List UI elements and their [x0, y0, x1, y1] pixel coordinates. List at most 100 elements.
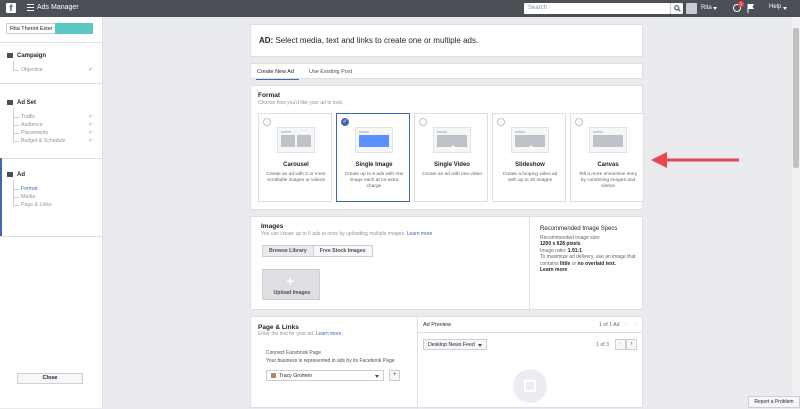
tab-create-new-ad[interactable]: Create New Ad	[257, 69, 294, 75]
tree-line	[13, 133, 19, 134]
user-name: Rita	[701, 5, 712, 11]
page-links-subtitle: Enter the text for your ad. Learn more.	[258, 331, 343, 337]
menu-icon[interactable]	[27, 4, 34, 12]
tree-line	[13, 117, 19, 118]
sidebar-item-format[interactable]: Format	[21, 186, 37, 192]
close-button[interactable]: Close	[17, 373, 83, 384]
notification-badge: 1	[738, 1, 744, 7]
sidebar-item-objective[interactable]: Objective	[21, 67, 43, 73]
sidebar-section-ad[interactable]: Ad	[7, 172, 25, 178]
check-icon[interactable]: ✓	[341, 118, 349, 126]
upload-label: Upload Images	[273, 290, 311, 296]
page-links-section: Page & Links Enter the text for your ad.…	[250, 316, 643, 409]
check-icon: ✓	[88, 114, 94, 120]
help-link[interactable]: Help	[769, 4, 781, 10]
add-page-button[interactable]: +	[389, 370, 400, 381]
sidebar-item-budget[interactable]: Budget & Schedule	[21, 138, 65, 144]
ad-icon	[7, 172, 13, 177]
ad-count: 1 of 1 Ad	[599, 322, 620, 328]
option-title: Slideshow	[515, 162, 545, 168]
page-title: AD: Select media, text and links to crea…	[259, 36, 479, 45]
tab-use-existing-post[interactable]: Use Existing Post	[309, 69, 352, 75]
arrow-annotation-icon	[651, 152, 739, 168]
chevron-right-icon[interactable]: ›	[635, 321, 637, 327]
image-specs: Recommended Image Specs Recommended imag…	[540, 226, 640, 274]
divider	[0, 42, 103, 43]
images-title: Images	[261, 223, 284, 230]
ad-header: AD: Select media, text and links to crea…	[250, 24, 643, 57]
specs-title: Recommended Image Specs	[540, 226, 618, 232]
format-section: Format Choose how you'd like your ad to …	[250, 85, 644, 210]
learn-more-link[interactable]: Learn more.	[316, 331, 343, 337]
chevron-down-icon	[375, 375, 379, 378]
sidebar-item-placements[interactable]: Placements	[21, 130, 48, 136]
chevron-left-icon[interactable]: ‹	[625, 321, 627, 327]
grid-icon	[7, 100, 13, 105]
browse-library-button[interactable]: Browse Library	[263, 246, 314, 256]
radio-button[interactable]	[497, 118, 505, 126]
radio-button[interactable]	[419, 118, 427, 126]
sidebar-item-traffic[interactable]: Traffic	[21, 114, 35, 120]
option-title: Single Video	[434, 162, 470, 168]
next-preview-button[interactable]: ›	[626, 339, 637, 350]
sidebar-item-page-links[interactable]: Page & Links	[21, 202, 52, 208]
divider	[418, 332, 643, 333]
sidebar: Rita Theriot Ester Campaign Objective ✓ …	[0, 17, 103, 408]
app-title[interactable]: Ads Manager	[37, 4, 79, 11]
previous-preview-button[interactable]: ‹	[615, 339, 626, 350]
sidebar-item-audience[interactable]: Audience	[21, 122, 43, 128]
canvas-thumbnail-icon	[589, 127, 627, 153]
option-description: Create a looping video ad with up to 10 …	[502, 172, 558, 183]
tree-line	[13, 125, 19, 126]
option-description: Create up to 6 ads with one image each a…	[344, 172, 404, 189]
search-placeholder: Search	[528, 5, 548, 11]
folder-icon	[7, 53, 13, 58]
page-avatar	[271, 373, 276, 378]
tab-underline	[256, 79, 299, 80]
option-description: Tell a more immersive story by combining…	[578, 172, 638, 189]
search-input[interactable]: Search	[524, 3, 683, 14]
chevron-down-icon	[783, 7, 787, 10]
check-icon: ✓	[88, 122, 94, 128]
preview-page-count: 1 of 3	[596, 342, 609, 348]
format-subtitle: Choose how you'd like your ad to look.	[258, 100, 344, 106]
sidebar-item-media[interactable]: Media	[21, 194, 35, 200]
tree-line	[13, 180, 14, 206]
radio-button[interactable]	[575, 118, 583, 126]
format-option-carousel[interactable]: Carousel Create an ad with 2 or more scr…	[258, 113, 332, 202]
active-indicator	[0, 158, 2, 236]
option-description: Create an ad with one video	[422, 172, 482, 177]
facebook-page-select[interactable]: Tracy Gromen	[266, 370, 384, 381]
chevron-down-icon	[478, 344, 482, 347]
format-option-single-image[interactable]: ✓ Single Image Create up to 6 ads with o…	[336, 113, 410, 202]
connect-page-label: Connect Facebook Page	[266, 350, 322, 356]
search-button[interactable]	[670, 3, 683, 14]
report-problem-button[interactable]: Report a Problem	[748, 396, 800, 408]
divider	[417, 317, 418, 409]
sidebar-section-adset[interactable]: Ad Set	[7, 100, 36, 106]
sidebar-section-campaign[interactable]: Campaign	[7, 53, 46, 59]
learn-more-link[interactable]: Learn more	[407, 231, 433, 237]
divider	[0, 83, 103, 84]
check-icon: ✓	[88, 138, 94, 144]
option-title: Canvas	[597, 162, 619, 168]
scrollbar-thumb[interactable]	[793, 28, 799, 168]
format-option-single-video[interactable]: Single Video Create an ad with one video	[414, 113, 488, 202]
top-bar: f Ads Manager Search Rita 1 Help	[0, 0, 800, 17]
account-highlight	[55, 23, 93, 34]
format-option-slideshow[interactable]: Slideshow Create a looping video ad with…	[492, 113, 566, 202]
carousel-thumbnail-icon	[277, 127, 315, 153]
free-stock-images-button[interactable]: Free Stock Images	[314, 246, 372, 256]
ad-preview-title: Ad Preview	[423, 322, 451, 328]
learn-more-link[interactable]: Learn more	[540, 267, 567, 273]
tree-line	[13, 189, 19, 190]
images-section: Images You can create up to 6 ads at onc…	[250, 216, 643, 310]
placement-select[interactable]: Desktop News Feed	[423, 339, 487, 350]
radio-button[interactable]	[263, 118, 271, 126]
search-icon	[674, 5, 681, 12]
upload-images-button[interactable]: + Upload Images	[262, 269, 320, 300]
flag-icon[interactable]	[747, 4, 755, 13]
format-option-canvas[interactable]: Canvas Tell a more immersive story by co…	[570, 113, 644, 202]
option-title: Carousel	[283, 162, 309, 168]
facebook-logo-icon[interactable]: f	[6, 3, 16, 13]
